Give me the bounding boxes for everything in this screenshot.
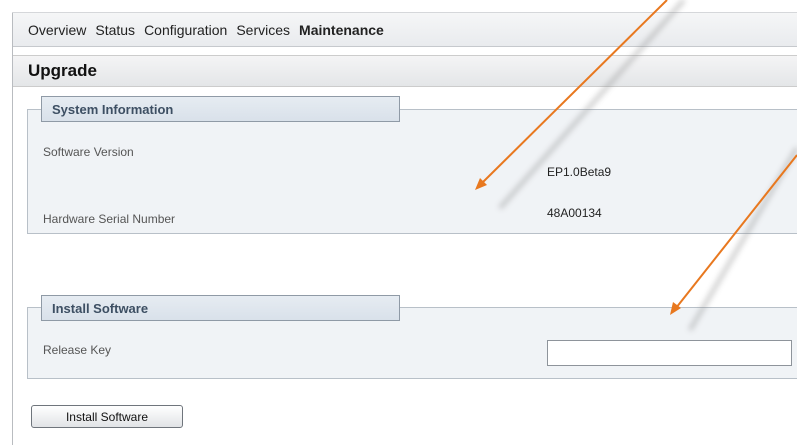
install-software-title: Install Software	[52, 301, 149, 316]
page-title: Upgrade	[28, 61, 97, 80]
nav-configuration[interactable]: Configuration	[144, 22, 227, 38]
software-version-label: Software Version	[43, 145, 134, 159]
release-key-label: Release Key	[43, 343, 112, 357]
serial-number-value: 48A00134	[547, 206, 602, 220]
nav-maintenance[interactable]: Maintenance	[299, 22, 384, 38]
system-information-legend: System Information	[41, 96, 400, 122]
install-software-legend: Install Software	[41, 295, 400, 321]
release-key-input[interactable]	[547, 340, 792, 366]
nav-overview[interactable]: Overview	[28, 22, 86, 38]
nav-status[interactable]: Status	[95, 22, 135, 38]
main-nav: Overview Status Configuration Services M…	[13, 13, 797, 47]
nav-services[interactable]: Services	[236, 22, 290, 38]
system-information-title: System Information	[52, 102, 174, 117]
software-version-value: EP1.0Beta9	[547, 165, 612, 179]
top-strip	[12, 0, 797, 13]
serial-number-label: Hardware Serial Number	[43, 212, 176, 226]
install-software-button[interactable]: Install Software	[31, 405, 183, 428]
page-title-bar: Upgrade	[13, 55, 797, 87]
